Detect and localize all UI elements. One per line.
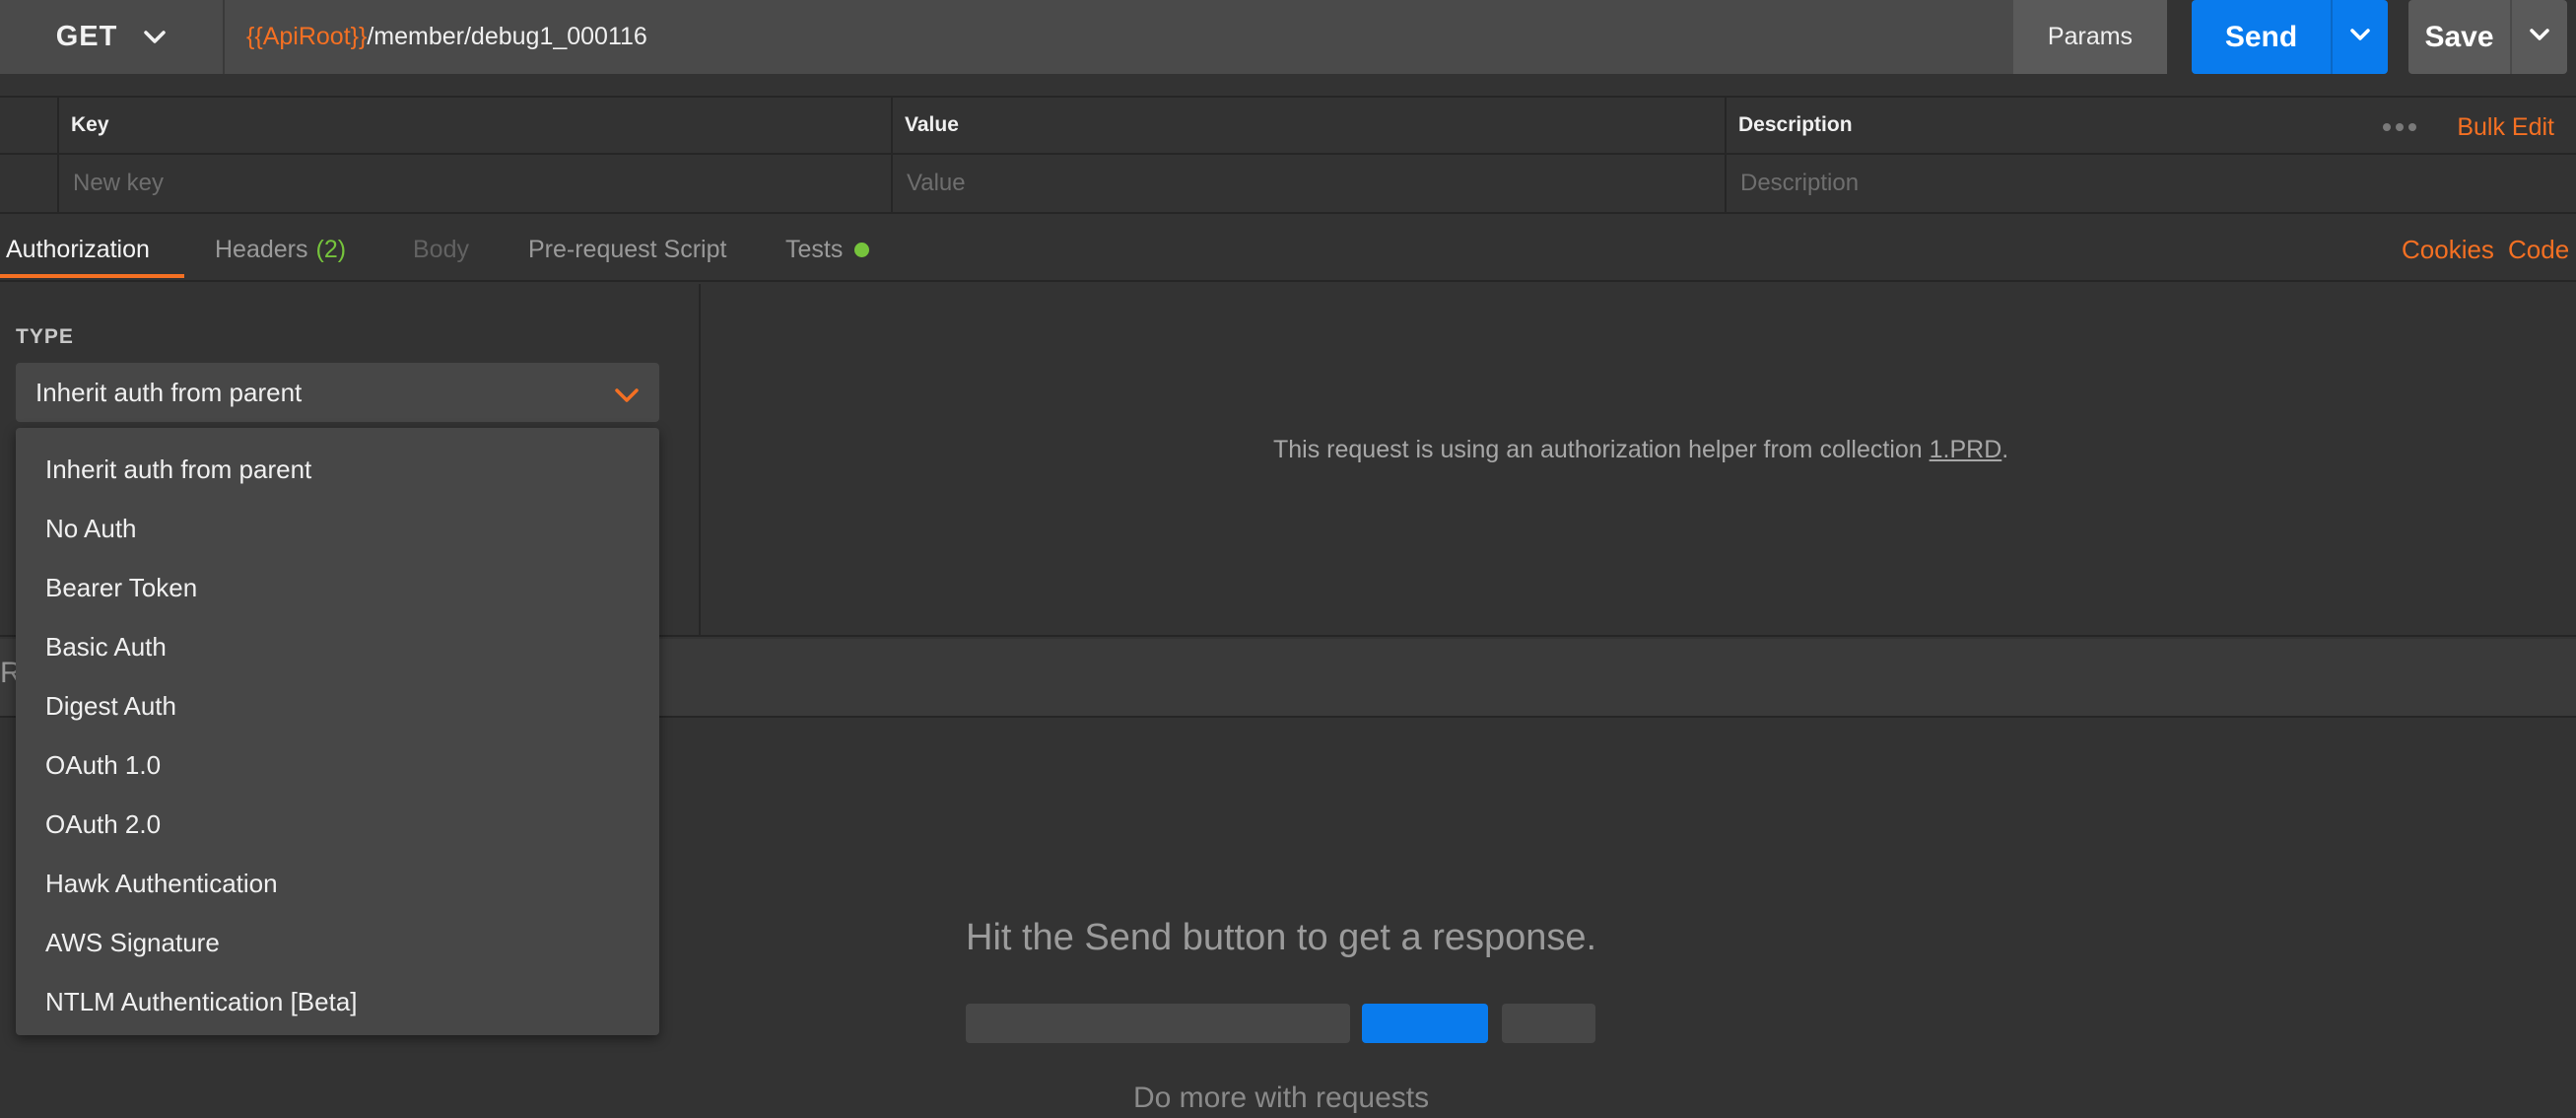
- auth-type-selected-value: Inherit auth from parent: [35, 377, 303, 407]
- auth-option-no-auth[interactable]: No Auth: [16, 499, 659, 558]
- save-options-button[interactable]: [2510, 0, 2567, 74]
- auth-option-aws-signature[interactable]: AWS Signature: [16, 913, 659, 972]
- chevron-down-icon: [614, 381, 640, 411]
- auth-option-digest-auth[interactable]: Digest Auth: [16, 676, 659, 735]
- params-button[interactable]: Params: [2013, 0, 2167, 74]
- collection-link[interactable]: 1.PRD: [1930, 436, 2002, 463]
- method-selector[interactable]: GET: [0, 0, 225, 74]
- chevron-down-icon: [2529, 28, 2550, 46]
- new-description-input[interactable]: Description: [1725, 155, 2576, 212]
- type-label: TYPE: [16, 325, 74, 348]
- auth-option-inherit[interactable]: Inherit auth from parent: [16, 440, 659, 499]
- tab-headers[interactable]: Headers (2): [215, 219, 346, 280]
- new-key-input[interactable]: New key: [57, 155, 891, 212]
- tab-label: Authorization: [6, 235, 150, 263]
- tab-label: Pre-request Script: [528, 235, 727, 263]
- method-label: GET: [55, 21, 118, 52]
- tab-pre-request-script[interactable]: Pre-request Script: [528, 219, 726, 280]
- auth-option-ntlm[interactable]: NTLM Authentication [Beta]: [16, 972, 659, 1031]
- placeholder-button: [1362, 1004, 1488, 1043]
- do-more-heading: Do more with requests: [1133, 1082, 1430, 1114]
- key-column-header: Key: [57, 98, 891, 153]
- auth-helper-message: This request is using an authorization h…: [1273, 436, 2008, 464]
- params-header-row: Key Value Description Bulk Edit: [0, 96, 2576, 155]
- auth-option-hawk[interactable]: Hawk Authentication: [16, 854, 659, 913]
- tests-status-dot-icon: [854, 242, 870, 257]
- auth-option-basic-auth[interactable]: Basic Auth: [16, 617, 659, 676]
- send-options-button[interactable]: [2331, 0, 2388, 74]
- headers-count-badge: (2): [315, 235, 347, 263]
- auth-option-oauth1[interactable]: OAuth 1.0: [16, 735, 659, 795]
- tab-label: Body: [413, 235, 469, 263]
- url-input[interactable]: {{ApiRoot}}/member/debug1_000116: [225, 0, 2013, 74]
- bulk-edit-link[interactable]: Bulk Edit: [2457, 98, 2554, 157]
- auth-type-dropdown-menu: Inherit auth from parent No Auth Bearer …: [16, 428, 659, 1035]
- tab-body[interactable]: Body: [413, 219, 469, 280]
- tab-label: Headers: [215, 235, 308, 263]
- auth-message-suffix: .: [2001, 436, 2009, 463]
- active-tab-indicator: [0, 274, 184, 278]
- auth-message-text: This request is using an authorization h…: [1273, 436, 1930, 463]
- placeholder-bar: [966, 1004, 1350, 1043]
- value-column-header: Value: [891, 98, 1725, 153]
- auth-option-oauth2[interactable]: OAuth 2.0: [16, 795, 659, 854]
- send-button[interactable]: Send: [2192, 0, 2331, 74]
- cookies-link[interactable]: Cookies: [2402, 219, 2494, 280]
- save-button[interactable]: Save: [2408, 0, 2510, 74]
- params-new-row: New key Value Description: [0, 155, 2576, 214]
- params-table: Key Value Description Bulk Edit New key …: [0, 96, 2576, 217]
- code-link[interactable]: Code: [2508, 219, 2569, 280]
- new-value-input[interactable]: Value: [891, 155, 1725, 212]
- chevron-down-icon: [143, 21, 167, 53]
- chevron-down-icon: [2349, 28, 2371, 46]
- request-tabs: Authorization Headers (2) Body Pre-reque…: [0, 219, 2576, 282]
- empty-response-message: Hit the Send button to get a response.: [966, 917, 1597, 958]
- placeholder-bar: [1502, 1004, 1595, 1043]
- tab-label: Tests: [785, 235, 844, 263]
- description-column-header: Description: [1725, 98, 2576, 153]
- tab-authorization[interactable]: Authorization: [6, 219, 150, 280]
- more-options-icon[interactable]: [2383, 98, 2416, 157]
- auth-option-bearer-token[interactable]: Bearer Token: [16, 558, 659, 617]
- tab-tests[interactable]: Tests: [785, 219, 870, 280]
- url-path: /member/debug1_000116: [367, 23, 647, 50]
- url-variable: {{ApiRoot}}: [246, 23, 368, 50]
- auth-type-select[interactable]: Inherit auth from parent: [16, 363, 659, 422]
